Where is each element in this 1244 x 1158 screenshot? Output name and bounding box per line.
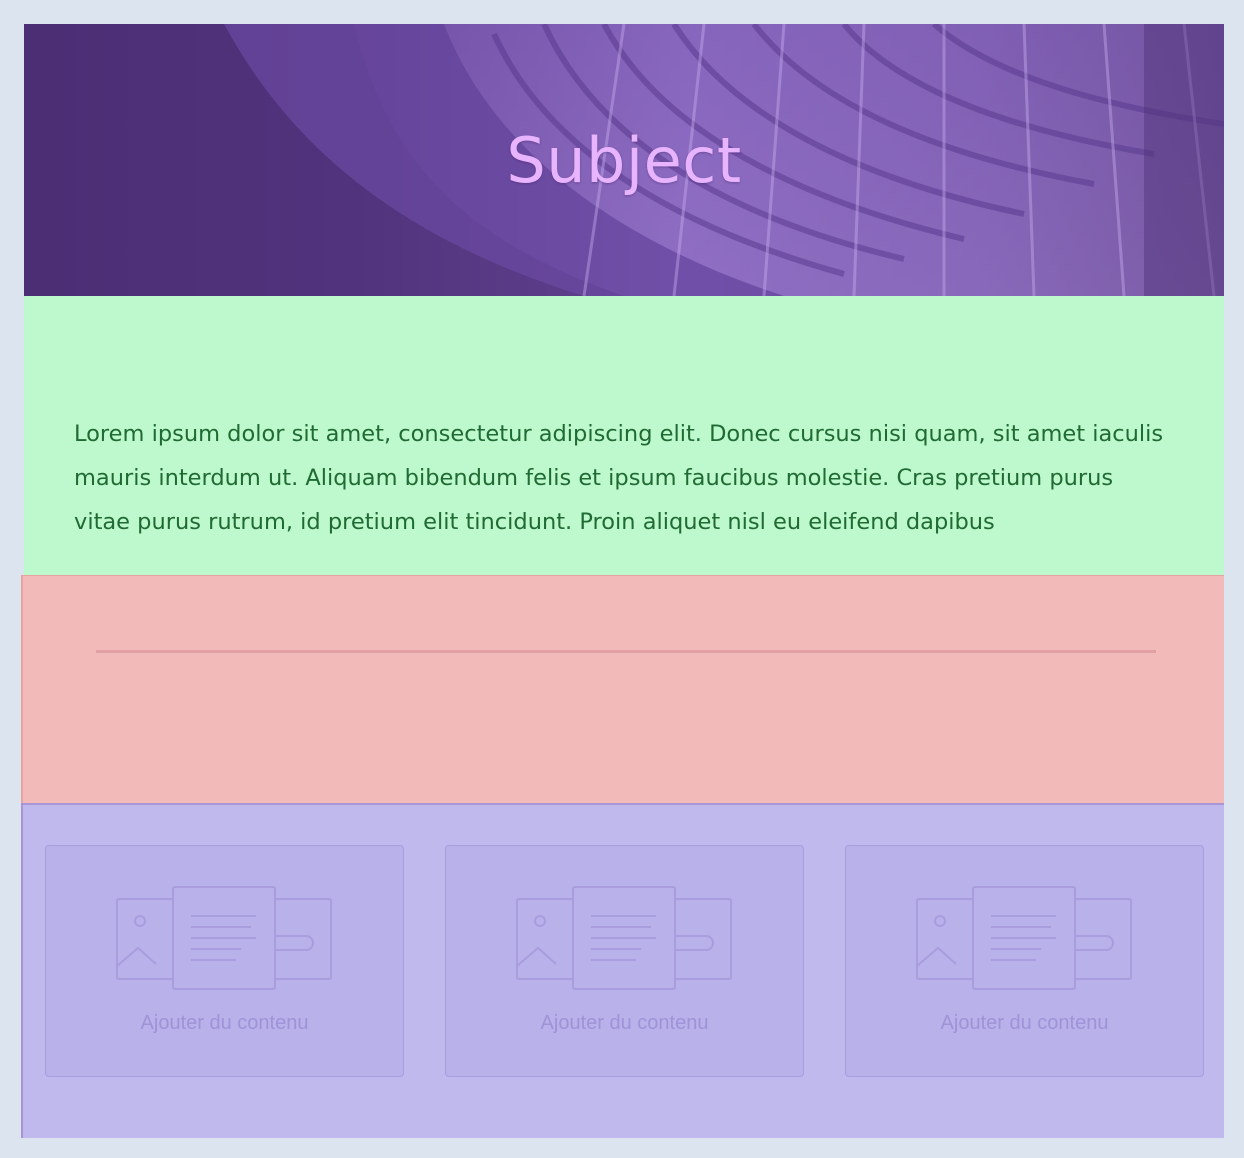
divider-block[interactable] [21, 575, 1224, 804]
add-content-label[interactable]: Ajouter du contenu [46, 1012, 403, 1035]
content-placeholder-icon [516, 886, 732, 990]
add-content-card[interactable]: Ajouter du contenu [45, 845, 404, 1077]
email-template-canvas: Subject Lorem ipsum dolor sit amet, cons… [21, 24, 1224, 1138]
text-block[interactable]: Lorem ipsum dolor sit amet, consectetur … [24, 296, 1224, 575]
add-content-label[interactable]: Ajouter du contenu [446, 1012, 803, 1035]
horizontal-divider [96, 650, 1156, 653]
content-placeholder-icon [116, 886, 332, 990]
subject-title[interactable]: Subject [24, 124, 1224, 197]
body-paragraph[interactable]: Lorem ipsum dolor sit amet, consectetur … [74, 412, 1174, 544]
header-banner[interactable]: Subject [24, 24, 1224, 296]
add-content-label[interactable]: Ajouter du contenu [846, 1012, 1203, 1035]
add-content-card[interactable]: Ajouter du contenu [845, 845, 1204, 1077]
three-column-block[interactable]: Ajouter du contenu Ajouter du contenu Aj… [21, 803, 1224, 1138]
content-placeholder-icon [916, 886, 1132, 990]
add-content-card[interactable]: Ajouter du contenu [445, 845, 804, 1077]
